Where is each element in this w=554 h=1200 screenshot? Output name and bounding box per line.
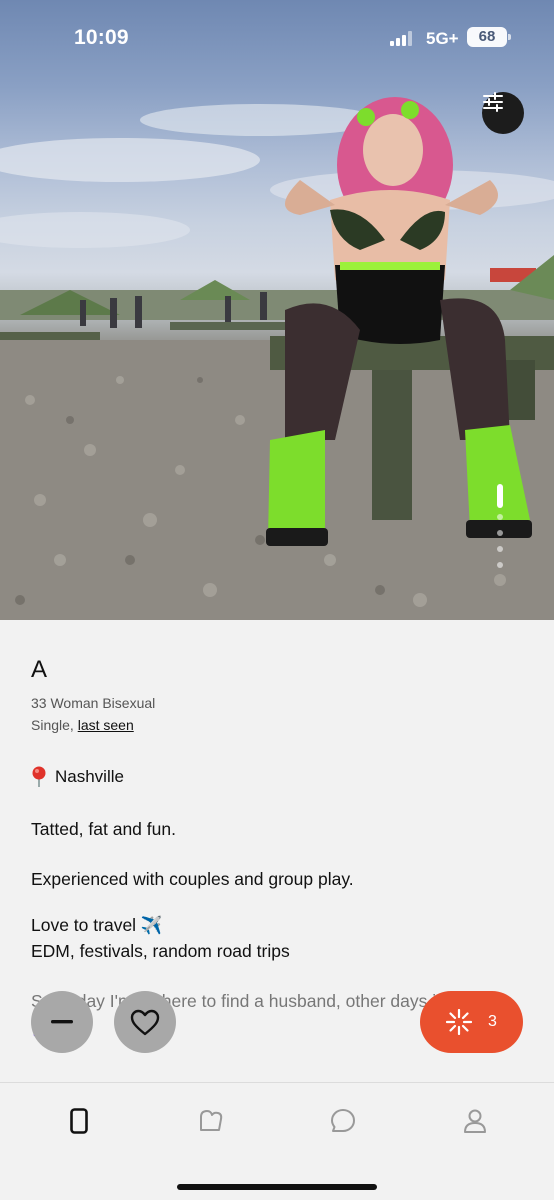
pass-button[interactable] [31,991,93,1053]
pager-dot[interactable] [497,546,503,552]
bio-line: EDM, festivals, random road trips [31,941,290,961]
bottom-tab-bar [0,1082,554,1200]
bio-line: Love to travel ✈️ [31,915,163,935]
tab-discover[interactable] [65,1107,93,1135]
location-text: Nashville [55,767,124,786]
profile-status: Single, last seen [31,714,521,736]
like-button[interactable] [114,991,176,1053]
location-pin-icon [32,766,46,787]
festival-photo-illustration [0,97,554,620]
last-seen-link[interactable]: last seen [78,717,134,733]
pager-dot[interactable] [497,514,503,520]
profile-demographics: 33 Woman Bisexual [31,695,156,711]
tab-chats[interactable] [329,1107,357,1135]
bio-paragraph: Tatted, fat and fun. [31,819,176,839]
bio-paragraph: Love to travel ✈️ EDM, festivals, random… [31,912,521,964]
profile-meta: 33 Woman Bisexual Single, last seen [31,692,521,736]
profile-location: Nashville [31,766,521,788]
profile-details: A 33 Woman Bisexual Single, last seen Na… [31,650,521,1040]
pager-dot[interactable] [497,562,503,568]
relationship-status: Single, [31,717,78,733]
pager-dot[interactable] [497,530,503,536]
likes-bubble-icon [200,1110,223,1131]
spark-button[interactable]: 3 [420,991,523,1053]
heart-icon [130,1009,160,1035]
pager-dot-active[interactable] [497,484,503,508]
battery-level: 68 [478,28,496,45]
sliders-icon [483,92,503,112]
profile-icon [464,1109,486,1133]
tab-likes[interactable] [197,1107,225,1135]
tab-profile[interactable] [461,1107,489,1135]
status-bar: 10:09 5G+ 68 [0,0,554,76]
phone-card-icon [70,1108,88,1134]
spark-count: 3 [488,1013,497,1030]
bio-paragraph: Experienced with couples and group play. [31,869,354,889]
network-type: 5G+ [426,29,459,48]
chat-icon [331,1109,355,1132]
status-time: 10:09 [74,26,129,49]
home-indicator[interactable] [177,1184,377,1190]
filter-button[interactable] [482,92,524,134]
profile-name: A [31,656,48,683]
minus-icon [51,1020,73,1024]
spark-icon [446,1009,473,1035]
cellular-signal-icon [390,31,414,46]
battery-icon: 68 [467,27,511,47]
photo-pager[interactable] [495,484,505,574]
profile-photo[interactable]: 10:09 5G+ 68 [0,0,554,620]
